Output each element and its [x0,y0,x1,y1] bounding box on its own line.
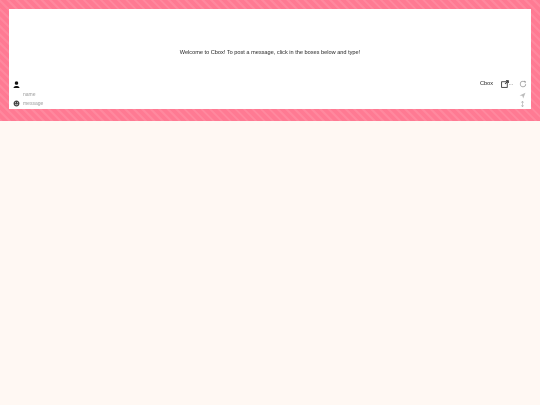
user-icon[interactable] [13,81,20,88]
external-link-icon[interactable] [501,80,509,88]
refresh-icon[interactable] [519,80,527,88]
send-icon[interactable] [519,92,526,99]
name-input[interactable] [23,91,517,99]
chat-box: Welcome to Cbox! To post a message, clic… [9,9,531,109]
emoji-icon[interactable] [13,100,20,107]
welcome-message: Welcome to Cbox! To post a message, clic… [179,50,361,56]
resize-icon[interactable] [520,101,525,107]
more-menu[interactable]: ... [509,81,513,87]
cbox-link[interactable]: Cbox [480,81,493,87]
message-input[interactable] [23,100,517,108]
